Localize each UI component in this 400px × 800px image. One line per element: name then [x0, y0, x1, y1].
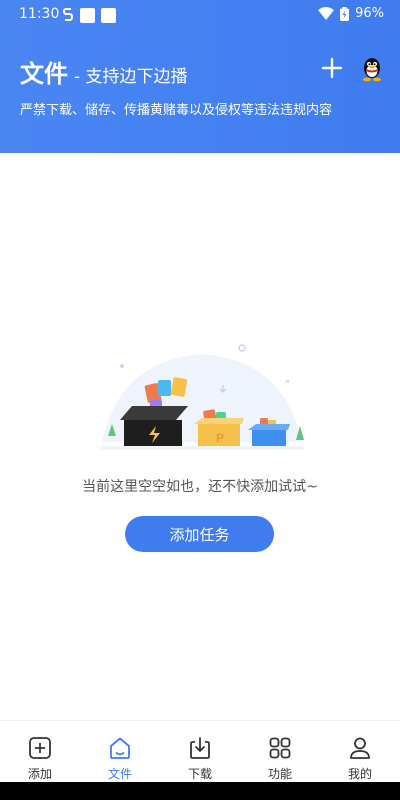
tab-features[interactable]: 功能	[240, 721, 320, 783]
tab-label-add: 添加	[27, 767, 52, 781]
app-s-icon	[62, 8, 74, 21]
bottom-tab-bar: 添加 文件 下载 功能 我的	[0, 720, 400, 783]
tab-label-download: 下载	[187, 767, 212, 781]
tab-add[interactable]: 添加	[0, 721, 80, 783]
status-notification-icons	[62, 7, 116, 23]
home-icon	[110, 737, 130, 759]
status-bar: 11:30 96%	[0, 0, 400, 30]
tab-download[interactable]: 下载	[160, 721, 240, 783]
empty-state-message: 当前这里空空如也，还不快添加试试~	[82, 479, 318, 495]
add-task-button[interactable]: 添加任务	[125, 516, 274, 552]
add-square-icon	[29, 737, 51, 759]
status-time: 11:30	[19, 6, 60, 22]
tab-label-files: 文件	[107, 767, 132, 781]
add-button[interactable]	[320, 56, 344, 80]
qq-penguin-icon	[363, 58, 381, 82]
svg-text:P: P	[216, 431, 224, 445]
notification-square-icon	[101, 7, 116, 23]
tab-label-me: 我的	[347, 767, 372, 781]
wifi-icon	[318, 7, 335, 20]
grid-icon	[269, 737, 291, 759]
legal-notice: 严禁下载、储存、传播黄赌毒以及侵权等违法违规内容	[20, 103, 333, 118]
download-icon	[190, 737, 210, 759]
plus-icon	[321, 57, 343, 79]
notification-square-icon	[80, 7, 95, 23]
status-right: 96%	[318, 6, 384, 21]
page-subtitle: - 支持边下边播	[74, 67, 188, 87]
qq-button[interactable]	[360, 56, 384, 82]
system-nav-bar	[0, 782, 400, 800]
app-header: 11:30 96% 文件 - 支持边下边播 严禁下载、储存、传播黄赌毒以及侵权等…	[0, 0, 400, 153]
tab-files[interactable]: 文件	[80, 721, 160, 783]
empty-boxes-illustration: P	[100, 344, 304, 450]
battery-percent: 96%	[355, 6, 384, 21]
user-icon	[350, 737, 370, 759]
tab-label-features: 功能	[267, 767, 292, 781]
battery-icon	[340, 6, 350, 21]
page-title: 文件	[20, 60, 68, 88]
tab-me[interactable]: 我的	[320, 721, 400, 783]
header-title-row: 文件 - 支持边下边播	[20, 54, 188, 89]
